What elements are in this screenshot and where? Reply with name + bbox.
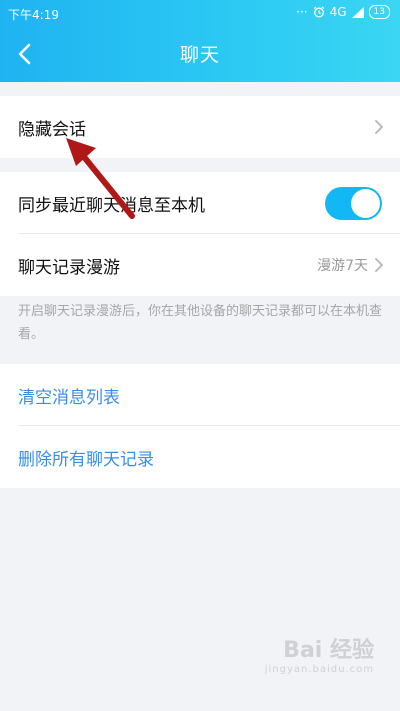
sync-messages-label: 同步最近聊天消息至本机 (18, 195, 205, 216)
actions-group: 清空消息列表 删除所有聊天记录 (0, 364, 400, 488)
sync-messages-toggle[interactable] (325, 187, 382, 220)
clear-list-row[interactable]: 清空消息列表 (0, 364, 400, 426)
chevron-right-icon (375, 258, 383, 272)
delete-all-button[interactable]: 删除所有聊天记录 (18, 445, 154, 470)
signal-icon (351, 6, 364, 18)
delete-all-row[interactable]: 删除所有聊天记录 (0, 426, 400, 488)
roaming-row[interactable]: 聊天记录漫游 漫游7天 (0, 234, 400, 296)
sync-messages-row: 同步最近聊天消息至本机 (0, 172, 400, 234)
hidden-sessions-group: 隐藏会话 (0, 96, 400, 158)
status-right: ··· 4G 13 (296, 5, 390, 19)
chevron-right-icon (375, 120, 383, 134)
header: 下午4:19 ··· 4G 13 聊天 (0, 0, 400, 82)
nav-bar: 聊天 (0, 26, 400, 82)
status-bar: 下午4:19 ··· 4G 13 (0, 0, 400, 26)
hidden-sessions-row[interactable]: 隐藏会话 (0, 96, 400, 158)
roaming-label: 聊天记录漫游 (18, 257, 120, 278)
sync-group: 同步最近聊天消息至本机 聊天记录漫游 漫游7天 (0, 172, 400, 296)
network-type: 4G (329, 5, 347, 19)
clear-list-button[interactable]: 清空消息列表 (18, 383, 120, 408)
watermark: Bai 经验 jingyan.baidu.com (265, 632, 374, 675)
page-title: 聊天 (179, 44, 220, 66)
battery-icon: 13 (368, 5, 390, 19)
watermark-text: Bai 经验 (283, 638, 374, 663)
watermark-sub: jingyan.baidu.com (264, 664, 374, 675)
roaming-value: 漫游7天 (317, 258, 368, 274)
hidden-sessions-label: 隐藏会话 (18, 119, 86, 140)
status-time: 下午4:19 (8, 8, 59, 22)
alarm-clock-icon (313, 6, 324, 18)
status-dots: ··· (296, 5, 308, 19)
toggle-knob (351, 189, 380, 218)
roaming-hint: 开启聊天记录漫游后，你在其他设备的聊天记录都可以在本机查看。 (18, 304, 383, 342)
